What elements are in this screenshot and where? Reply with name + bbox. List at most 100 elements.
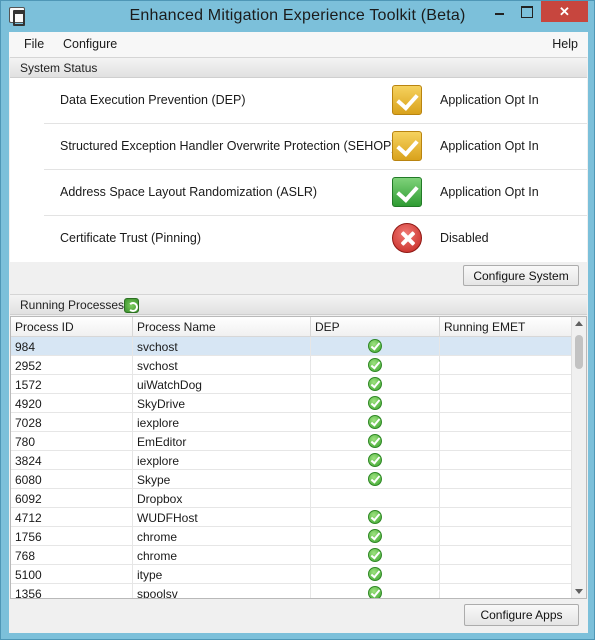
menu-bar: File Configure Help: [9, 32, 588, 57]
table-row[interactable]: 7028 iexplore: [11, 413, 571, 432]
menu-file[interactable]: File: [24, 37, 44, 51]
refresh-icon[interactable]: [124, 298, 139, 313]
scroll-down-arrow-icon[interactable]: [575, 589, 583, 594]
status-label: Certificate Trust (Pinning): [60, 231, 202, 245]
table-row[interactable]: 780 EmEditor: [11, 432, 571, 451]
process-id-cell: 780: [11, 432, 133, 451]
status-row-aslr: Address Space Layout Randomization (ASLR…: [44, 170, 587, 216]
dep-cell: [311, 451, 440, 470]
dep-enabled-check-icon: [368, 377, 382, 391]
process-name-cell: chrome: [133, 546, 311, 565]
status-label: Address Space Layout Randomization (ASLR…: [60, 185, 318, 199]
configure-system-button[interactable]: Configure System: [463, 265, 579, 286]
status-value: Disabled: [440, 231, 489, 245]
process-name-cell: spoolsv: [133, 584, 311, 598]
client-area: File Configure Help System Status Data E…: [9, 32, 588, 633]
running-emet-cell: [440, 546, 571, 565]
column-header-running-emet[interactable]: Running EMET: [440, 317, 571, 337]
dep-cell: [311, 470, 440, 489]
minimize-button[interactable]: [486, 1, 513, 22]
process-id-cell: 2952: [11, 356, 133, 375]
process-name-cell: itype: [133, 565, 311, 584]
process-name-cell: svchost: [133, 356, 311, 375]
menu-configure[interactable]: Configure: [63, 37, 117, 51]
dep-cell: [311, 489, 440, 508]
dep-cell: [311, 394, 440, 413]
running-processes-title: Running Processes: [20, 298, 125, 312]
process-id-cell: 3824: [11, 451, 133, 470]
process-name-cell: chrome: [133, 527, 311, 546]
scroll-up-arrow-icon[interactable]: [575, 321, 583, 326]
table-row[interactable]: 2952 svchost: [11, 356, 571, 375]
running-emet-cell: [440, 470, 571, 489]
table-row[interactable]: 6080 Skype: [11, 470, 571, 489]
status-label: Data Execution Prevention (DEP): [60, 93, 246, 107]
configure-apps-button[interactable]: Configure Apps: [464, 604, 579, 626]
dep-enabled-check-icon: [368, 339, 382, 353]
status-value: Application Opt In: [440, 93, 539, 107]
emet-window: Enhanced Mitigation Experience Toolkit (…: [0, 0, 595, 640]
status-value: Application Opt In: [440, 139, 539, 153]
dep-enabled-check-icon: [368, 529, 382, 543]
process-id-cell: 4712: [11, 508, 133, 527]
dep-enabled-check-icon: [368, 358, 382, 372]
dep-enabled-check-icon: [368, 510, 382, 524]
column-header-process-id[interactable]: Process ID: [11, 317, 133, 337]
dep-enabled-check-icon: [368, 434, 382, 448]
dep-enabled-check-icon: [368, 415, 382, 429]
system-status-header: System Status: [10, 57, 587, 78]
status-label: Structured Exception Handler Overwrite P…: [60, 139, 396, 153]
menu-help[interactable]: Help: [552, 37, 578, 51]
scroll-thumb[interactable]: [575, 335, 583, 369]
dep-cell: [311, 432, 440, 451]
dep-cell: [311, 508, 440, 527]
table-row[interactable]: 4920 SkyDrive: [11, 394, 571, 413]
process-name-cell: SkyDrive: [133, 394, 311, 413]
dep-enabled-check-icon: [368, 396, 382, 410]
process-name-cell: Skype: [133, 470, 311, 489]
process-id-cell: 1356: [11, 584, 133, 598]
process-name-cell: iexplore: [133, 413, 311, 432]
table-row[interactable]: 1356 spoolsv: [11, 584, 571, 598]
system-status-title: System Status: [20, 61, 98, 75]
table-row[interactable]: 1572 uiWatchDog: [11, 375, 571, 394]
table-row[interactable]: 984 svchost: [11, 337, 571, 356]
dep-enabled-check-icon: [368, 586, 382, 598]
dep-cell: [311, 413, 440, 432]
vertical-scrollbar[interactable]: [571, 317, 586, 598]
table-row[interactable]: 768 chrome: [11, 546, 571, 565]
dep-enabled-check-icon: [368, 453, 382, 467]
column-header-process-name[interactable]: Process Name: [133, 317, 311, 337]
maximize-button[interactable]: [513, 1, 540, 22]
process-id-cell: 984: [11, 337, 133, 356]
close-button[interactable]: ✕: [541, 1, 588, 22]
title-bar[interactable]: Enhanced Mitigation Experience Toolkit (…: [1, 1, 594, 32]
running-processes-header: Running Processes: [10, 294, 587, 315]
table-body: 984 svchost 2952 svchost 1572 uiWatchDog 4920 S…: [11, 337, 571, 598]
running-emet-cell: [440, 356, 571, 375]
process-id-cell: 5100: [11, 565, 133, 584]
status-row-dep: Data Execution Prevention (DEP) Applicat…: [44, 78, 587, 124]
table-row[interactable]: 1756 chrome: [11, 527, 571, 546]
column-header-dep[interactable]: DEP: [311, 317, 440, 337]
process-name-cell: svchost: [133, 337, 311, 356]
table-row[interactable]: 4712 WUDFHost: [11, 508, 571, 527]
system-status-panel: Data Execution Prevention (DEP) Applicat…: [10, 78, 587, 262]
dep-enabled-check-icon: [368, 472, 382, 486]
table-row[interactable]: 5100 itype: [11, 565, 571, 584]
process-id-cell: 6080: [11, 470, 133, 489]
dep-cell: [311, 527, 440, 546]
process-table: Process ID Process Name DEP Running EMET…: [10, 316, 587, 599]
yellow-check-icon: [392, 85, 422, 115]
dep-cell: [311, 337, 440, 356]
process-name-cell: uiWatchDog: [133, 375, 311, 394]
process-id-cell: 1756: [11, 527, 133, 546]
table-row[interactable]: 6092 Dropbox: [11, 489, 571, 508]
table-row[interactable]: 3824 iexplore: [11, 451, 571, 470]
running-emet-cell: [440, 565, 571, 584]
process-id-cell: 768: [11, 546, 133, 565]
yellow-check-icon: [392, 131, 422, 161]
running-emet-cell: [440, 489, 571, 508]
process-id-cell: 1572: [11, 375, 133, 394]
dep-cell: [311, 565, 440, 584]
